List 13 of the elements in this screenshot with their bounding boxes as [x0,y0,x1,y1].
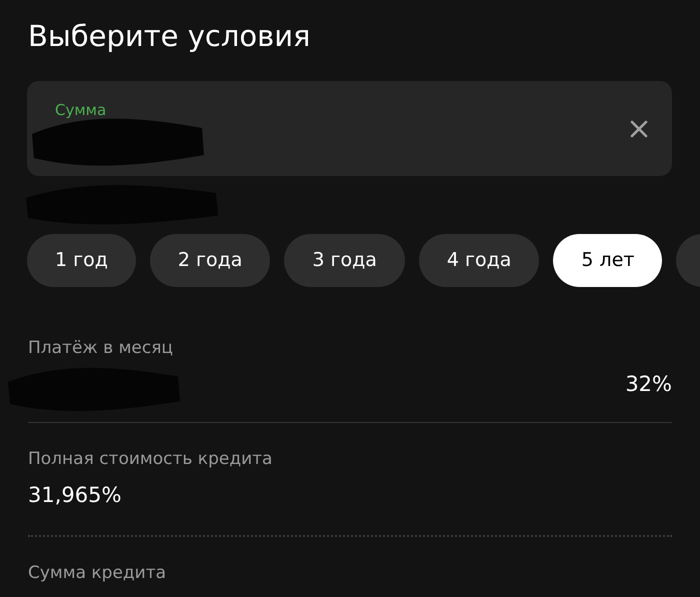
term-chip[interactable]: 5 лет [553,234,662,287]
field-label: Сумма [55,100,106,121]
detail-label: Сумма кредита [28,562,168,585]
term-chip[interactable]: 4 года [418,234,540,287]
page-title: Выберите условия [28,18,310,55]
detail-value: 31,965% [28,482,122,510]
detail-label: Полная стоимость кредита [28,448,274,471]
detail-value: 32% [625,371,672,398]
term-chip[interactable]: 2 года [150,234,270,287]
term-chip[interactable]: 1 год [27,234,136,287]
term-chip[interactable]: 3 года [284,234,405,287]
close-icon[interactable] [630,120,648,138]
detail-label: Платёж в месяц [28,337,174,360]
